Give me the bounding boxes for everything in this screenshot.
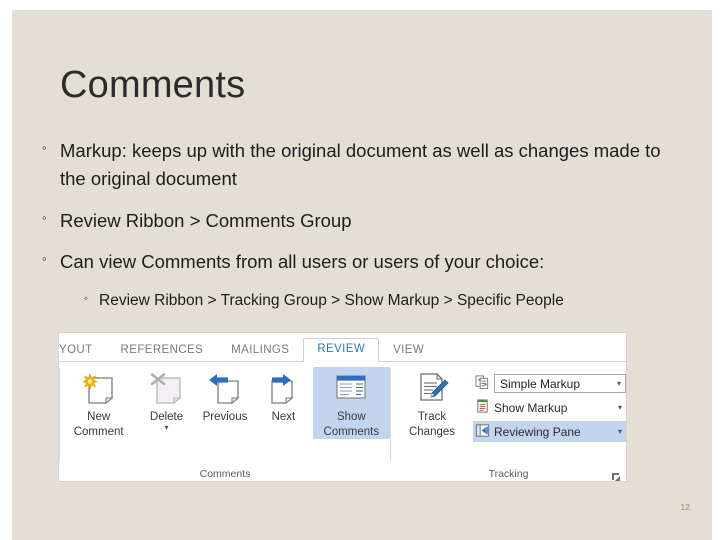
tracking-group-buttons: Track Changes Simple Markup ▾ Show Marku… — [391, 362, 626, 466]
show-comments-label-line1: Show — [336, 411, 366, 423]
previous-comment-icon — [196, 369, 254, 409]
tab-view[interactable]: VIEW — [379, 344, 438, 362]
list-item-sub: ◦ Review Ribbon > Tracking Group > Show … — [84, 290, 672, 312]
delete-comment-button[interactable]: Delete ▾ — [137, 367, 195, 432]
ribbon-group-comments: New Comment Delete ▾ Previous Next Show … — [60, 362, 390, 481]
list-item-text: Review Ribbon > Tracking Group > Show Ma… — [99, 292, 564, 309]
tracking-options-stack: Simple Markup ▾ Show Markup ▾ Reviewing … — [473, 367, 626, 442]
list-item-text: Can view Comments from all users or user… — [60, 251, 545, 273]
bullet-marker-icon: ◦ — [42, 140, 47, 155]
show-markup-control[interactable]: Show Markup ▾ — [494, 401, 626, 415]
markup-display-row[interactable]: Simple Markup ▾ — [473, 373, 626, 394]
delete-comment-icon — [137, 369, 195, 409]
dialog-launcher-icon[interactable] — [611, 471, 621, 481]
new-comment-label-line2: Comment — [73, 426, 124, 438]
new-comment-button[interactable]: New Comment — [60, 367, 137, 439]
bullet-list: ◦ Markup: keeps up with the original doc… — [42, 137, 672, 326]
reviewing-pane-icon — [475, 423, 490, 441]
show-markup-dropdown-icon[interactable]: ▾ — [618, 403, 622, 412]
show-markup-row[interactable]: Show Markup ▾ — [473, 397, 626, 418]
previous-comment-label: Previous — [202, 411, 248, 423]
tracking-group-label-text: Tracking — [488, 468, 529, 480]
tab-layout[interactable]: YOUT — [59, 344, 107, 362]
reviewing-pane-dropdown-icon[interactable]: ▾ — [618, 427, 622, 436]
track-changes-button[interactable]: Track Changes — [391, 367, 473, 439]
previous-comment-button[interactable]: Previous — [196, 367, 254, 424]
show-comments-button[interactable]: Show Comments — [312, 367, 390, 439]
list-item: ◦ Markup: keeps up with the original doc… — [42, 137, 672, 193]
comments-group-label: Comments — [199, 468, 251, 480]
list-item-text: Markup: keeps up with the original docum… — [60, 140, 661, 189]
markup-compare-icon — [475, 374, 490, 393]
slide-canvas: Comments ◦ Markup: keeps up with the ori… — [12, 10, 712, 540]
show-comments-icon — [313, 369, 390, 409]
bullet-marker-icon: ◦ — [42, 209, 47, 225]
reviewing-pane-control[interactable]: Reviewing Pane ▾ — [494, 425, 626, 439]
delete-comment-label: Delete — [149, 411, 184, 423]
new-comment-icon — [60, 369, 137, 409]
reviewing-pane-row[interactable]: Reviewing Pane ▾ — [473, 421, 626, 442]
comments-group-buttons: New Comment Delete ▾ Previous Next Show … — [60, 362, 390, 466]
tab-review[interactable]: REVIEW — [303, 338, 380, 362]
tab-references[interactable]: REFERENCES — [107, 344, 218, 362]
list-item: ◦ Can view Comments from all users or us… — [42, 248, 672, 276]
track-changes-label-line1: Track — [417, 411, 447, 423]
list-item-text: Review Ribbon > Comments Group — [60, 209, 352, 231]
next-comment-label: Next — [271, 411, 296, 423]
page-number: 12 — [680, 502, 690, 512]
markup-display-value: Simple Markup — [500, 376, 581, 391]
track-changes-label-line2: Changes — [408, 426, 456, 438]
tab-mailings[interactable]: MAILINGS — [217, 344, 303, 362]
markup-display-dropdown-icon[interactable]: ▾ — [617, 379, 621, 388]
delete-comment-dropdown-icon[interactable]: ▾ — [137, 424, 195, 432]
page-title: Comments — [60, 64, 246, 106]
track-changes-icon — [391, 369, 473, 409]
show-comments-label-line2: Comments — [323, 426, 380, 438]
new-comment-label-line1: New — [87, 411, 111, 423]
next-comment-icon — [254, 369, 312, 409]
list-item: ◦ Review Ribbon > Comments Group — [42, 207, 672, 235]
next-comment-button[interactable]: Next — [254, 367, 312, 424]
bullet-marker-icon: ◦ — [42, 251, 47, 267]
ribbon-body: New Comment Delete ▾ Previous Next Show … — [59, 362, 626, 481]
ribbon-tab-bar: YOUT REFERENCES MAILINGS REVIEW VIEW — [59, 333, 626, 362]
tracking-group-label: Tracking — [391, 466, 626, 481]
bullet-marker-icon: ◦ — [84, 293, 88, 305]
show-markup-label: Show Markup — [494, 400, 568, 415]
word-ribbon-screenshot: YOUT REFERENCES MAILINGS REVIEW VIEW New… — [58, 332, 627, 482]
ribbon-group-tracking: Track Changes Simple Markup ▾ Show Marku… — [391, 362, 626, 481]
show-markup-icon — [475, 398, 490, 417]
reviewing-pane-label: Reviewing Pane — [494, 424, 581, 439]
markup-display-combo[interactable]: Simple Markup ▾ — [494, 374, 626, 393]
